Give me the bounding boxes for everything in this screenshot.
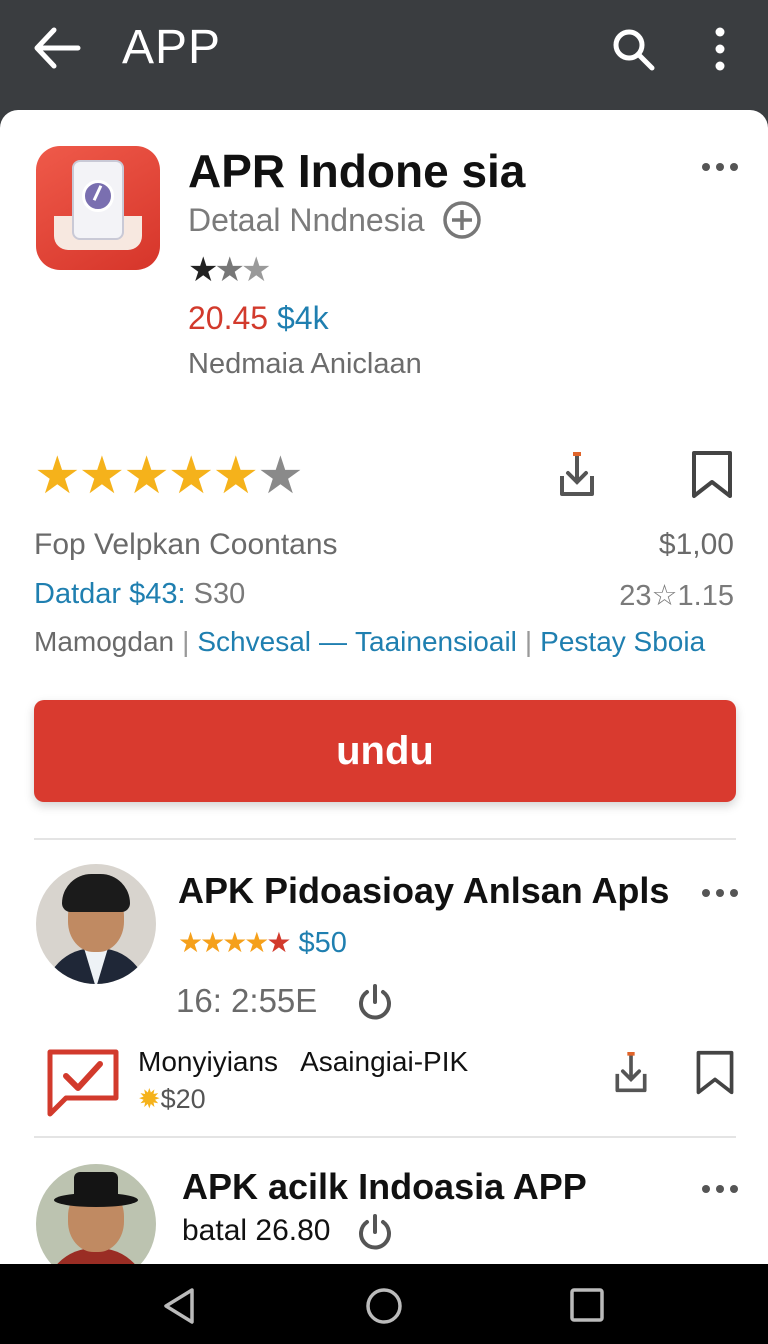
tag-label: Monyiyians: [138, 1046, 279, 1077]
avatar[interactable]: [36, 1164, 156, 1264]
power-icon[interactable]: [356, 982, 394, 1022]
nav-back-icon[interactable]: [160, 1286, 200, 1326]
star-icon: ★: [78, 447, 126, 505]
more-vertical-icon[interactable]: [706, 26, 734, 72]
power-icon[interactable]: [356, 1212, 394, 1252]
stat-detail-grey: S30: [193, 578, 246, 610]
list-item-rating: ★★★★★ $50: [178, 926, 347, 960]
divider: [34, 1136, 736, 1138]
stat-label: Fop Velpkan Coontans: [34, 528, 338, 561]
star-icon: ★: [257, 447, 304, 505]
list-item-sub: batal 26.80: [182, 1214, 331, 1247]
separator: |: [524, 626, 533, 657]
list-item-title[interactable]: APK Pidoasioay Anlsan Apls: [178, 870, 669, 912]
arrow-left-icon[interactable]: [32, 26, 82, 70]
page-title: APP: [122, 21, 222, 74]
mini-rating-stars: ★★★: [188, 250, 272, 290]
separator: |: [182, 626, 190, 657]
app-title: APR Indone sia: [188, 145, 526, 197]
price-red: 20.45: [188, 300, 269, 336]
sub-price-value: $20: [160, 1084, 206, 1114]
more-horizontal-icon[interactable]: [700, 1182, 740, 1196]
stat-detail: Datdar $43: S30: [34, 578, 245, 611]
list-item-title[interactable]: APK acilk Indoasia APP: [182, 1166, 587, 1208]
chat-check-icon[interactable]: [44, 1048, 122, 1120]
more-horizontal-icon[interactable]: [700, 160, 740, 174]
nav-home-icon[interactable]: [364, 1286, 404, 1326]
star-icon: ★: [188, 251, 219, 289]
stat-value: $1,00: [658, 528, 734, 561]
more-horizontal-icon[interactable]: [700, 886, 740, 900]
star-icon: ★★★★: [178, 927, 269, 958]
link-item[interactable]: Mamogdan: [34, 626, 174, 657]
list-item-tags: Monyiyians Asaingiai-PIK: [138, 1046, 468, 1078]
app-subtitle: Detaal Nndnesia: [188, 202, 425, 238]
divider: [34, 838, 736, 840]
download-icon[interactable]: [610, 1050, 652, 1096]
download-icon[interactable]: [554, 450, 600, 500]
list-item-time: 16: 2:55E: [176, 982, 318, 1019]
add-circle-icon[interactable]: [442, 200, 482, 240]
list-item-sub-price: ✹$20: [138, 1084, 206, 1115]
app-detail-sheet: APR Indone sia Detaal Nndnesia ★★★ 20.45…: [0, 110, 768, 1264]
avatar-hair: [62, 874, 130, 912]
star-icon: ★: [240, 251, 272, 289]
stat-detail-blue: Datdar $43:: [34, 578, 186, 610]
list-item-price: $50: [298, 927, 347, 959]
link-item[interactable]: Pestay Sboia: [540, 626, 705, 657]
price-teal: $4k: [276, 300, 329, 336]
app-icon[interactable]: [36, 146, 160, 270]
star-icon: ★: [214, 251, 245, 289]
stat-detail-right: 23☆1.15: [619, 580, 734, 612]
tag-label: Asaingiai-PIK: [300, 1046, 469, 1077]
avatar[interactable]: [36, 864, 156, 984]
link-item[interactable]: Taainensioail: [355, 626, 517, 657]
bookmark-icon[interactable]: [694, 1050, 736, 1096]
search-icon[interactable]: [610, 26, 656, 72]
nav-recent-icon[interactable]: [568, 1286, 606, 1324]
hat-icon: [54, 1172, 138, 1207]
developer-name: Nedmaia Aniclaan: [188, 348, 422, 380]
link-item[interactable]: Schvesal: [197, 626, 311, 657]
star-icon: ★: [123, 447, 170, 505]
separator: —: [319, 626, 347, 657]
sun-icon: ✹: [138, 1084, 161, 1114]
app-icon-dial: [82, 180, 114, 212]
download-button[interactable]: undu: [34, 700, 736, 802]
top-app-bar: APP: [0, 0, 768, 110]
system-nav-bar: [0, 1264, 768, 1344]
category-links: Mamogdan | Schvesal — Taainensioail | Pestay S…: [34, 626, 705, 658]
app-price-line: 20.45 $4k: [188, 300, 329, 337]
bookmark-icon[interactable]: [690, 450, 734, 500]
star-icon: ★: [34, 447, 81, 505]
rating-stars: ★★★★★★: [34, 446, 304, 506]
star-icon: ★: [212, 447, 260, 505]
star-icon: ★: [167, 447, 215, 505]
star-icon: ★: [266, 927, 291, 958]
